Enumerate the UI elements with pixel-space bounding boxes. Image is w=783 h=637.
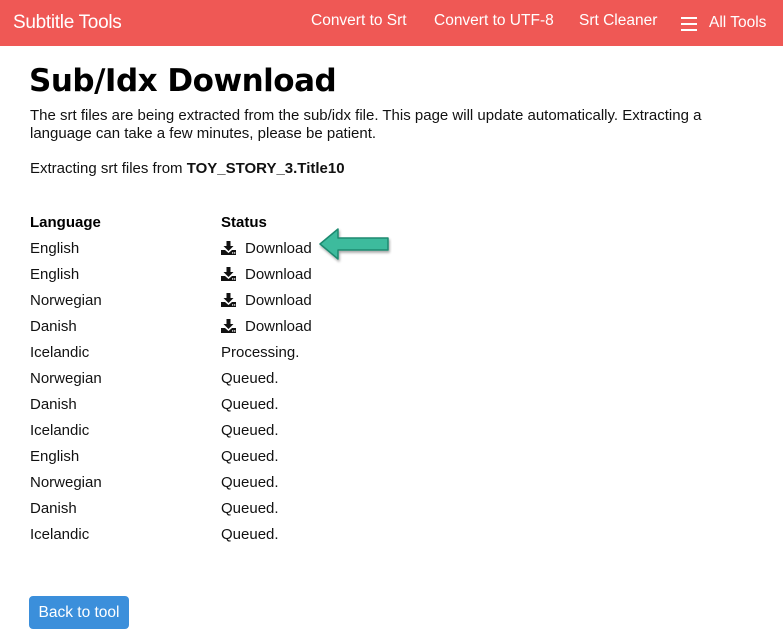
arrow-pointer-icon bbox=[319, 228, 389, 260]
page-title: Sub/Idx Download bbox=[29, 63, 337, 99]
header-status: Status bbox=[221, 213, 267, 231]
status-cell: Download bbox=[221, 318, 312, 335]
table-row: Icelandic Queued. bbox=[30, 521, 312, 547]
intro-text: The srt files are being extracted from t… bbox=[30, 107, 702, 142]
status-cell: Download bbox=[221, 266, 312, 283]
status-text: Queued. bbox=[221, 421, 279, 439]
status-text: Queued. bbox=[221, 447, 279, 465]
status-text: Queued. bbox=[221, 473, 279, 491]
language-cell: Danish bbox=[30, 499, 77, 517]
language-cell: Norwegian bbox=[30, 369, 102, 387]
nav-all-tools-label: All Tools bbox=[709, 14, 767, 31]
language-table: Language Status English Download English Do… bbox=[30, 209, 312, 547]
table-row: English Queued. bbox=[30, 443, 312, 469]
download-link[interactable]: Download bbox=[221, 292, 312, 309]
status-cell: Queued. bbox=[221, 370, 279, 387]
language-cell: English bbox=[30, 447, 80, 465]
nav-all-tools[interactable]: All Tools bbox=[681, 14, 766, 32]
table-row: English Download bbox=[30, 261, 312, 287]
status-text: Queued. bbox=[221, 369, 279, 387]
status-cell: Queued. bbox=[221, 500, 279, 517]
table-row: Icelandic Queued. bbox=[30, 417, 312, 443]
extract-info: Extracting srt files from TOY_STORY_3.Ti… bbox=[30, 160, 345, 177]
source-filename: TOY_STORY_3.Title10 bbox=[186, 160, 345, 177]
hamburger-menu-icon bbox=[681, 16, 697, 31]
status-cell: Processing. bbox=[221, 344, 299, 361]
status-text: Queued. bbox=[221, 525, 279, 543]
nav-convert-to-srt[interactable]: Convert to Srt bbox=[311, 12, 407, 30]
status-cell: Queued. bbox=[221, 422, 279, 439]
language-cell: Icelandic bbox=[30, 343, 90, 361]
header-language: Language bbox=[30, 213, 101, 231]
language-cell: Danish bbox=[30, 317, 77, 335]
status-cell: Queued. bbox=[221, 474, 279, 491]
table-row: Danish Queued. bbox=[30, 495, 312, 521]
table-row: Norwegian Download bbox=[30, 287, 312, 313]
language-cell: Danish bbox=[30, 395, 77, 413]
status-cell: Queued. bbox=[221, 448, 279, 465]
language-cell: English bbox=[30, 265, 80, 283]
download-label: Download bbox=[245, 317, 312, 335]
table-row: Norwegian Queued. bbox=[30, 365, 312, 391]
status-cell: Download bbox=[221, 240, 312, 257]
download-icon bbox=[221, 241, 236, 255]
language-cell: English bbox=[30, 239, 80, 257]
download-link[interactable]: Download bbox=[221, 240, 312, 257]
download-label: Download bbox=[245, 291, 312, 309]
table-row: English Download bbox=[30, 235, 312, 261]
nav-srt-cleaner[interactable]: Srt Cleaner bbox=[579, 12, 657, 30]
status-text: Queued. bbox=[221, 499, 279, 517]
status-cell: Queued. bbox=[221, 526, 279, 543]
navbar: Subtitle Tools Convert to Srt Convert to… bbox=[0, 0, 783, 46]
language-cell: Icelandic bbox=[30, 421, 90, 439]
table-row: Danish Queued. bbox=[30, 391, 312, 417]
back-to-tool-button[interactable]: Back to tool bbox=[29, 596, 129, 629]
table-row: Norwegian Queued. bbox=[30, 469, 312, 495]
download-label: Download bbox=[245, 265, 312, 283]
language-cell: Norwegian bbox=[30, 473, 102, 491]
status-text: Processing. bbox=[221, 343, 300, 361]
extract-prefix: Extracting srt files from bbox=[30, 160, 187, 177]
download-icon bbox=[221, 293, 236, 307]
brand-link[interactable]: Subtitle Tools bbox=[13, 12, 122, 34]
status-cell: Queued. bbox=[221, 396, 279, 413]
nav-convert-to-utf8[interactable]: Convert to UTF-8 bbox=[434, 12, 554, 30]
language-cell: Norwegian bbox=[30, 291, 102, 309]
download-link[interactable]: Download bbox=[221, 318, 312, 335]
download-icon bbox=[221, 267, 236, 281]
status-cell: Download bbox=[221, 292, 312, 309]
table-row: Danish Download bbox=[30, 313, 312, 339]
download-icon bbox=[221, 319, 236, 333]
download-link[interactable]: Download bbox=[221, 266, 312, 283]
language-cell: Icelandic bbox=[30, 525, 90, 543]
table-header: Language Status bbox=[30, 209, 312, 235]
download-label: Download bbox=[245, 239, 312, 257]
status-text: Queued. bbox=[221, 395, 279, 413]
table-row: Icelandic Processing. bbox=[30, 339, 312, 365]
